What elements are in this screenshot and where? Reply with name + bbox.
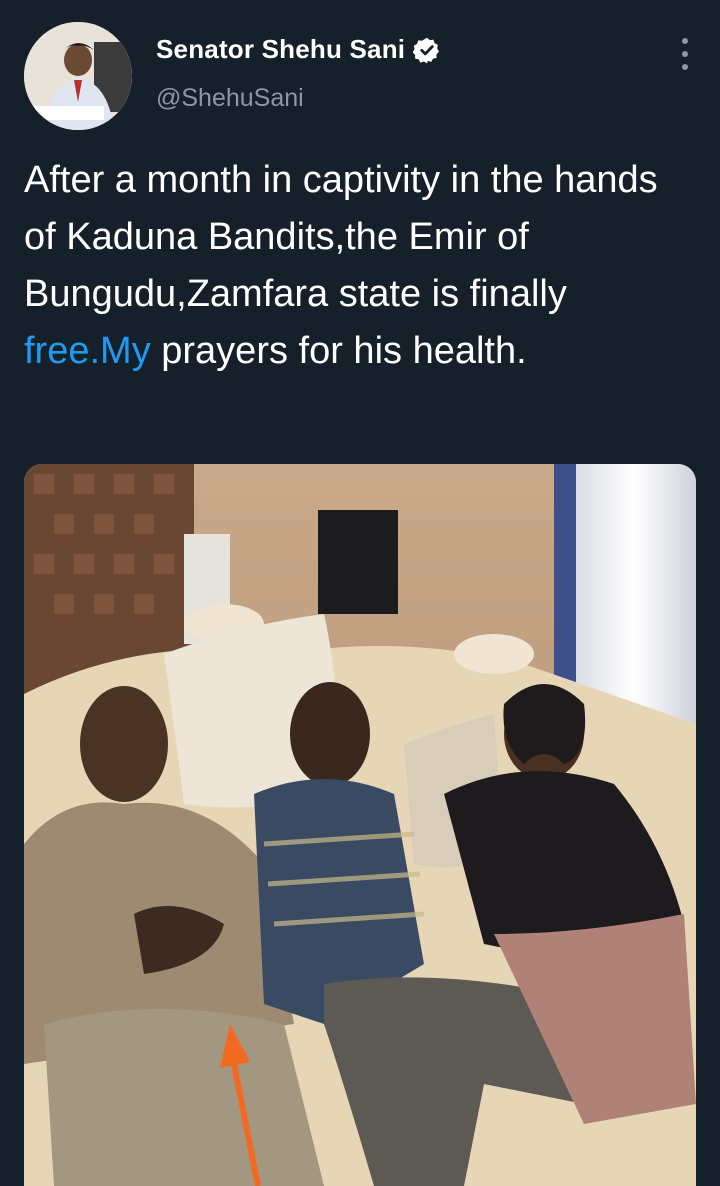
tweet-text: After a month in captivity in the hands … xyxy=(24,152,684,380)
tweet-text-before: After a month in captivity in the hands … xyxy=(24,159,658,315)
tweet-header: Senator Shehu Sani @ShehuSani xyxy=(0,0,720,140)
more-options-icon[interactable] xyxy=(678,38,692,70)
avatar[interactable] xyxy=(24,22,132,130)
author-name[interactable]: Senator Shehu Sani xyxy=(156,34,405,65)
avatar-image xyxy=(24,22,132,130)
tweet-link[interactable]: free.My xyxy=(24,330,151,372)
photo-image xyxy=(24,464,696,1186)
verified-badge-icon xyxy=(413,37,440,63)
tweet-photo[interactable] xyxy=(24,464,696,1186)
author-handle[interactable]: @ShehuSani xyxy=(156,84,304,113)
author-name-row[interactable]: Senator Shehu Sani xyxy=(156,34,441,65)
tweet-text-after: prayers for his health. xyxy=(150,330,527,372)
